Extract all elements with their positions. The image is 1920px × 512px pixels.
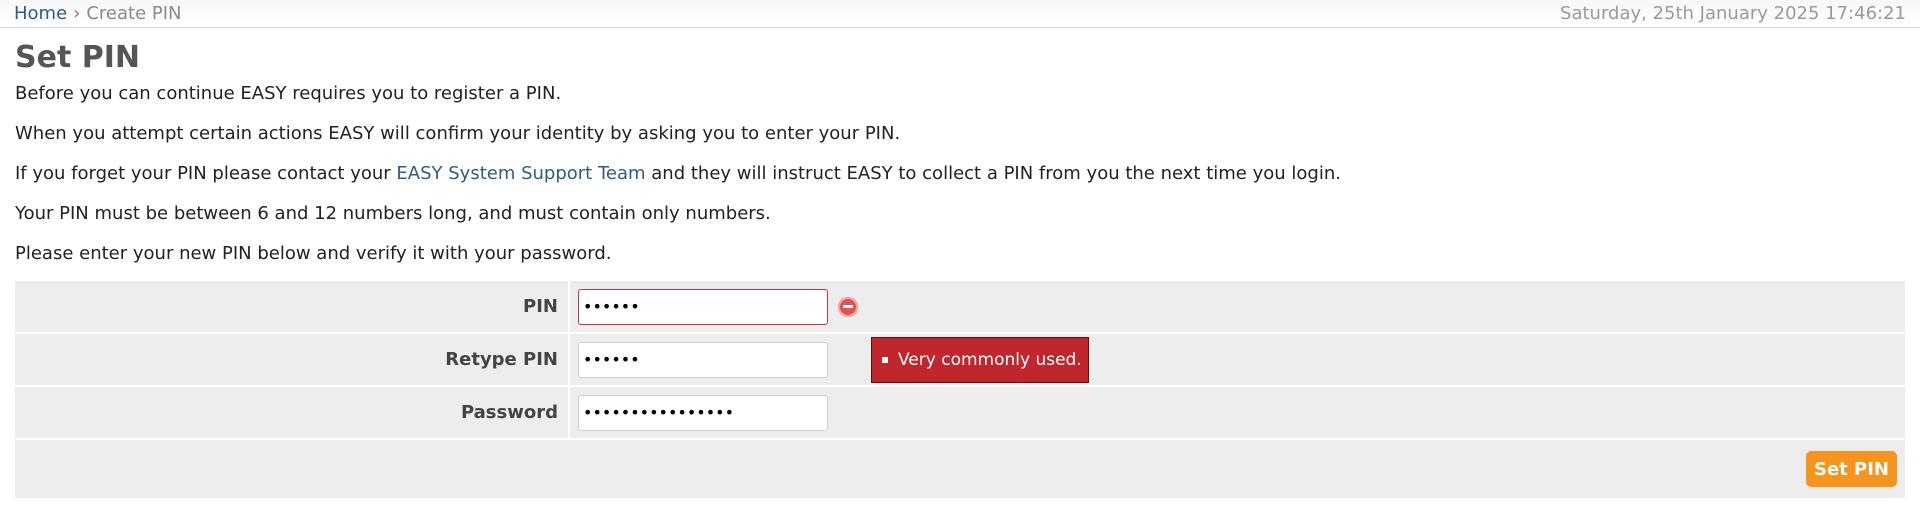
intro-text-3-before: If you forget your PIN please contact yo…	[15, 163, 397, 184]
current-datetime: Saturday, 25th January 2025 17:46:21	[1560, 3, 1906, 24]
intro-text-1: Before you can continue EASY requires yo…	[15, 83, 562, 104]
retype-pin-field-cell: Very commonly used.	[570, 334, 1089, 385]
error-message: Very commonly used.	[898, 349, 1082, 370]
set-pin-button[interactable]: Set PIN	[1806, 451, 1897, 487]
retype-pin-row: Retype PIN Very commonly used.	[15, 334, 1905, 387]
error-tooltip: Very commonly used.	[871, 336, 1089, 383]
intro-text-5: Please enter your new PIN below and veri…	[15, 243, 612, 264]
main-content: Set PIN Before you can continue EASY req…	[0, 41, 1920, 498]
breadcrumb: Home › Create PIN	[14, 3, 182, 24]
page-title: Set PIN	[15, 40, 140, 75]
password-row: Password	[15, 387, 1905, 440]
error-icon	[838, 296, 858, 317]
breadcrumb-home-link[interactable]: Home	[14, 3, 67, 24]
pin-input[interactable]	[578, 288, 828, 325]
breadcrumb-separator: ›	[73, 3, 81, 24]
form-actions: Set PIN	[15, 440, 1905, 498]
intro-text-4: Your PIN must be between 6 and 12 number…	[15, 203, 771, 224]
pin-row: PIN	[15, 281, 1905, 334]
intro-text-3: If you forget your PIN please contact yo…	[15, 154, 1905, 194]
password-label: Password	[15, 387, 570, 438]
retype-pin-label: Retype PIN	[15, 334, 570, 385]
bullet-icon	[882, 356, 888, 363]
password-field-cell	[570, 387, 828, 438]
password-input[interactable]	[578, 394, 828, 431]
retype-pin-input[interactable]	[578, 341, 828, 378]
support-team-link[interactable]: EASY System Support Team	[396, 163, 645, 184]
intro-text-2: When you attempt certain actions EASY wi…	[15, 123, 901, 144]
pin-field-cell	[570, 281, 858, 332]
breadcrumb-current: Create PIN	[86, 3, 182, 24]
top-bar: Home › Create PIN Saturday, 25th January 2…	[0, 0, 1920, 28]
pin-label: PIN	[15, 281, 570, 332]
intro-text-3-after: and they will instruct EASY to collect a…	[645, 163, 1341, 184]
set-pin-form: PIN Retype PIN Very commonly used. Passw…	[15, 281, 1905, 498]
